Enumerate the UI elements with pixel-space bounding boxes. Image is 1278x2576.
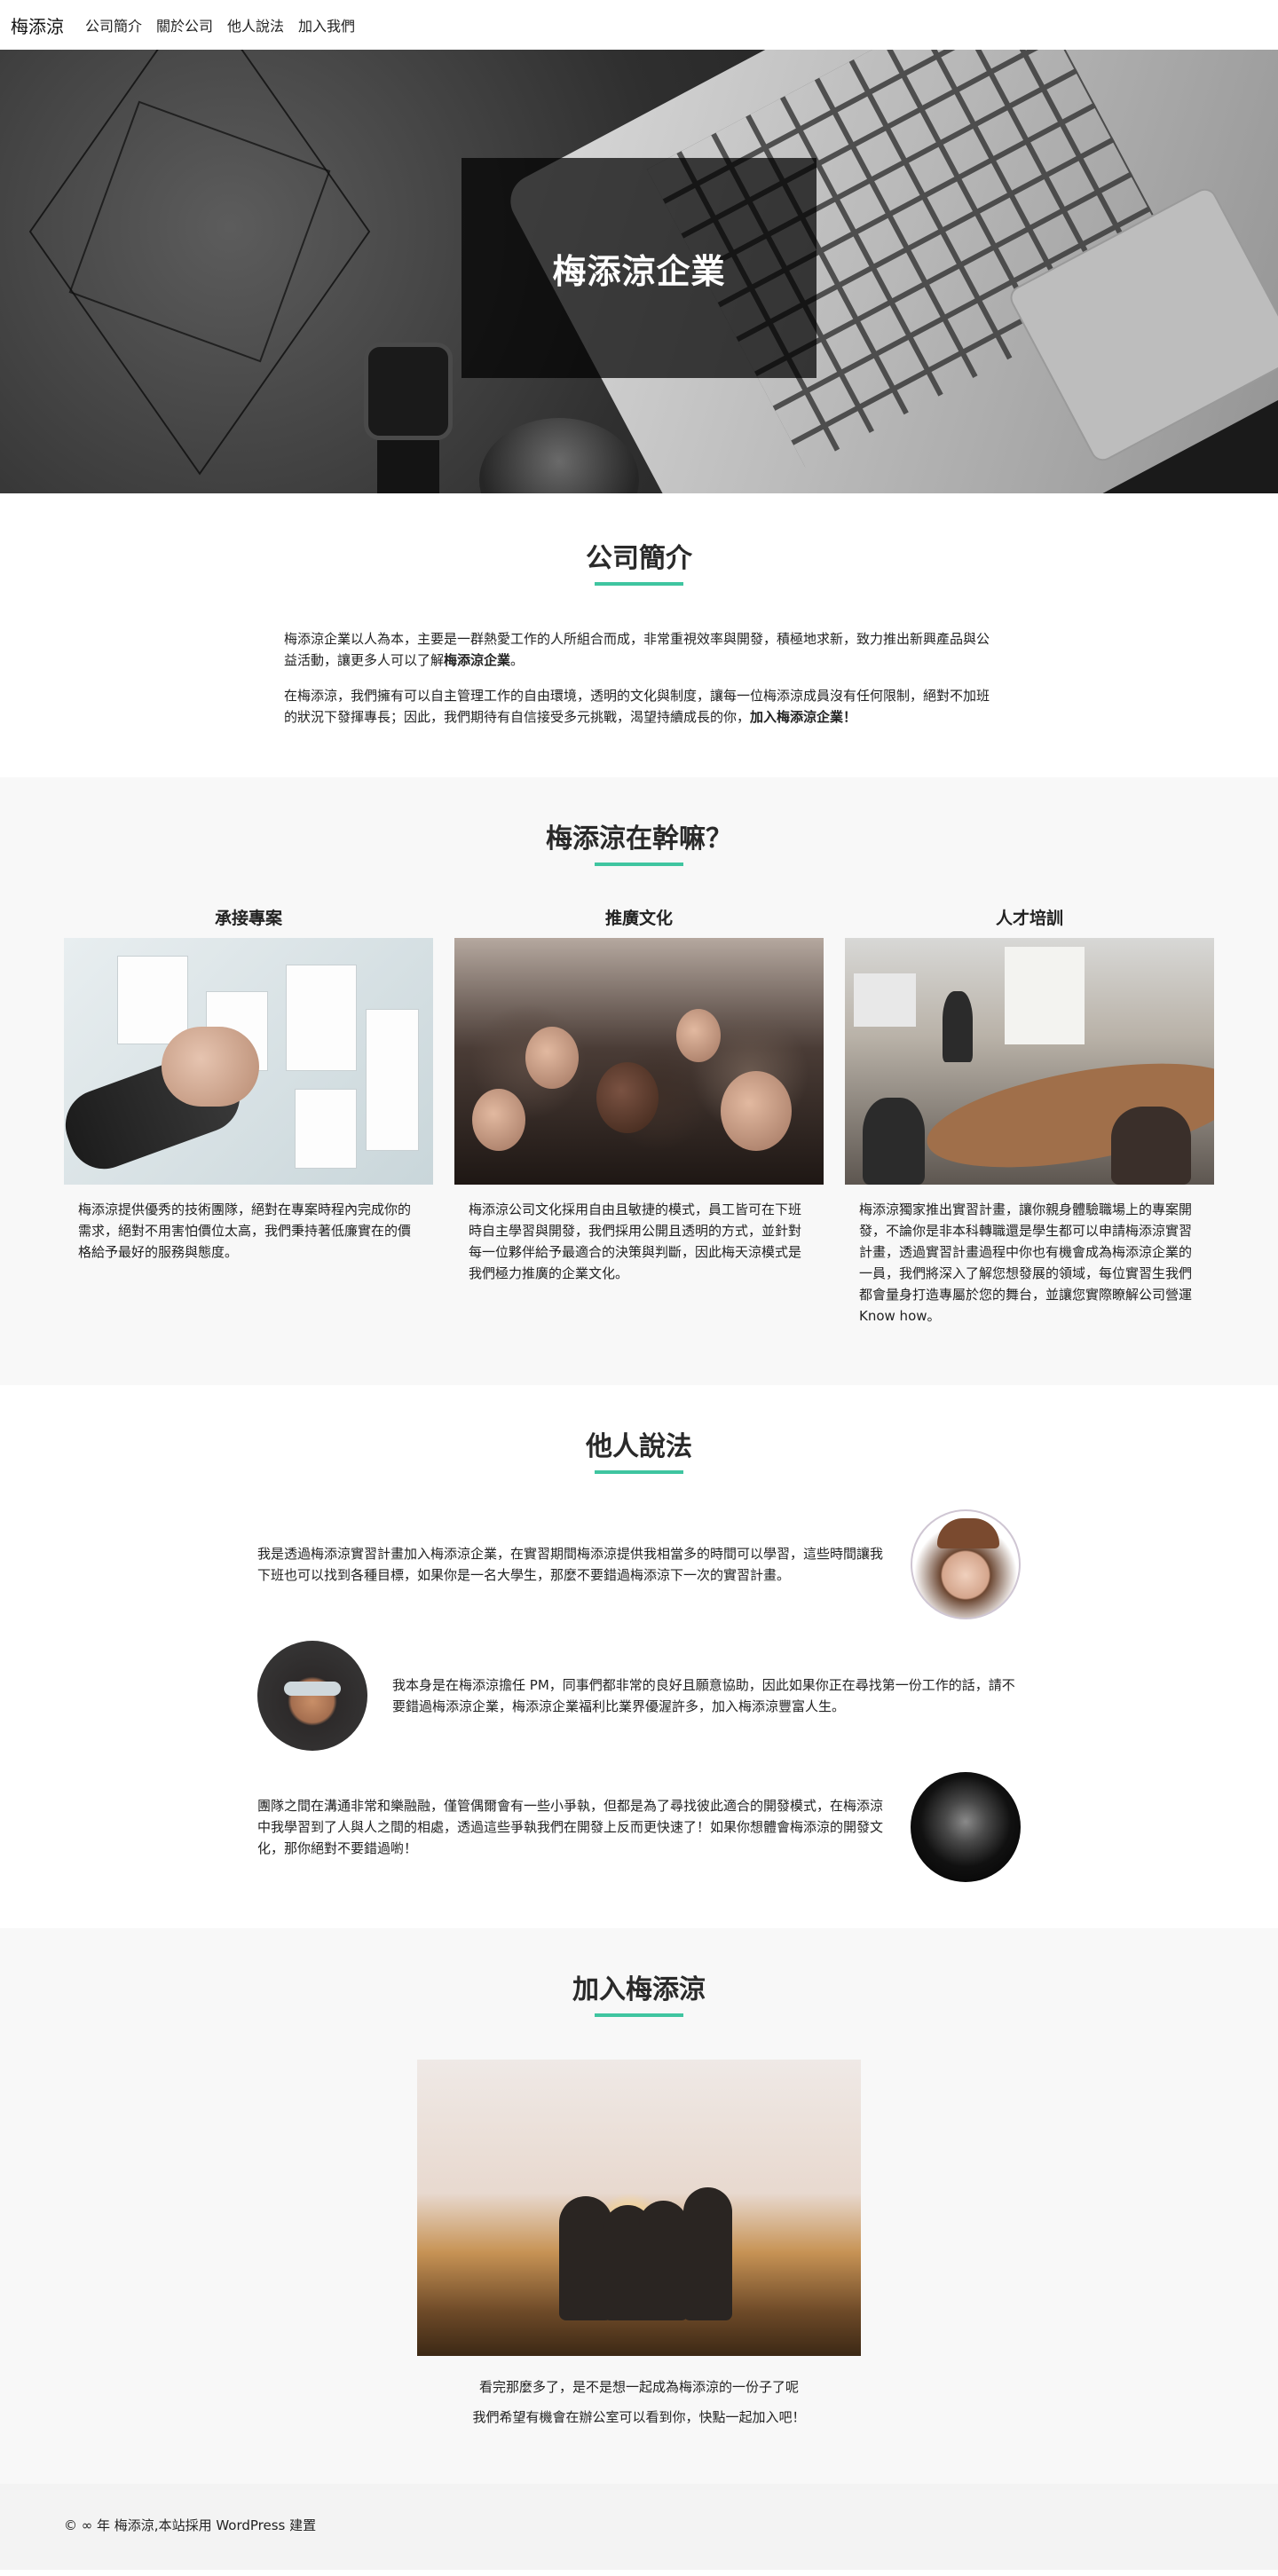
crowd-face: [721, 1071, 792, 1151]
hero-banner: 梅添涼企業: [0, 50, 1278, 493]
crowd-face: [472, 1089, 525, 1151]
testimonials-title-underline: [595, 1470, 683, 1474]
intro-p1-end: 。: [510, 652, 525, 668]
testimonial-item: 我是透過梅添涼實習計畫加入梅添涼企業，在實習期間梅添涼提供我相當多的時間可以學習…: [257, 1509, 1021, 1619]
service-card-culture: 推廣文化 梅添涼公司文化採用自由且敏捷的模式，員工皆可在下班時自主學習與開發，我…: [454, 905, 824, 1327]
join-image-person: [639, 2201, 688, 2320]
top-navbar: 梅添涼 公司簡介 關於公司 他人說法 加入我們: [0, 0, 1278, 50]
testimonial-text: 我是透過梅添涼實習計畫加入梅添涼企業，在實習期間梅添涼提供我相當多的時間可以學習…: [257, 1546, 884, 1583]
intro-paragraph-2: 在梅添涼，我們擁有可以自主管理工作的自由環境，透明的文化與制度，讓每一位梅添涼成…: [284, 685, 994, 728]
hero-watch-image: [364, 343, 453, 440]
intro-title-underline: [595, 582, 683, 586]
avatar: [257, 1641, 367, 1751]
crowd-face: [596, 1062, 659, 1133]
service-title: 推廣文化: [604, 909, 673, 928]
testimonial-item: 我本身是在梅添涼擔任 PM，同事們都非常的良好且願意協助，因此如果你正在尋找第一…: [257, 1641, 1021, 1751]
service-card-training: 人才培訓 梅添涼獨家推出實習計畫，讓你親身體驗職場上的專案開發，不論你是非本科轉…: [845, 905, 1214, 1327]
service-text: 梅添涼獨家推出實習計畫，讓你親身體驗職場上的專案開發，不論你是非本科轉職還是學生…: [859, 1201, 1193, 1324]
footer-copyright: © ∞ 年 梅添涼,本站採用 WordPress 建置: [64, 2517, 317, 2533]
testimonial-text: 我本身是在梅添涼擔任 PM，同事們都非常的良好且願意協助，因此如果你正在尋找第一…: [392, 1677, 1015, 1714]
join-title-underline: [595, 2013, 683, 2017]
service-image-crowd: [454, 938, 824, 1185]
nav-links: 公司簡介 關於公司 他人說法 加入我們: [85, 14, 355, 35]
join-section: 加入梅添涼 看完那麼多了，是不是想一起成為梅添涼的一份子了呢 我們希望有機會在辦…: [0, 1928, 1278, 2484]
join-image-friends: [417, 2060, 861, 2356]
crowd-face: [676, 1009, 721, 1062]
crowd-face: [525, 1027, 579, 1089]
intro-paragraph-1: 梅添涼企業以人為本，主要是一群熱愛工作的人所組合而成，非常重視效率與開發，積極地…: [284, 628, 994, 671]
hero-title: 梅添涼企業: [552, 251, 726, 291]
testimonials-title: 他人說法: [586, 1431, 692, 1462]
join-title: 加入梅添涼: [572, 1974, 706, 2005]
nav-link-intro[interactable]: 公司簡介: [85, 14, 142, 35]
intro-p1-text: 梅添涼企業以人為本，主要是一群熱愛工作的人所組合而成，非常重視效率與開發，積極地…: [284, 631, 990, 668]
meeting-person: [943, 991, 973, 1062]
join-image-person: [683, 2187, 732, 2320]
intro-title: 公司簡介: [586, 543, 692, 574]
site-brand[interactable]: 梅添涼: [11, 12, 64, 38]
board-paper: [117, 956, 188, 1044]
nav-link-testimonials[interactable]: 他人說法: [227, 14, 284, 35]
services-section: 梅添涼在幹嘛？ 承接專案 梅添涼提供優秀的技術團隊，絕對在專案時程內完成你的需求…: [0, 777, 1278, 1385]
intro-p2-text: 在梅添涼，我們擁有可以自主管理工作的自由環境，透明的文化與制度，讓每一位梅添涼成…: [284, 688, 990, 725]
avatar-hat: [937, 1518, 999, 1548]
join-text: 看完那麼多了，是不是想一起成為梅添涼的一份子了呢 我們希望有機會在辦公室可以看到…: [0, 2377, 1278, 2427]
service-title: 承接專案: [214, 909, 282, 928]
intro-section: 公司簡介 梅添涼企業以人為本，主要是一群熱愛工作的人所組合而成，非常重視效率與開…: [0, 493, 1278, 777]
meeting-window: [1005, 947, 1085, 1044]
intro-p1-bold: 梅添涼企業: [444, 652, 511, 668]
service-image-board: [64, 938, 433, 1185]
service-title: 人才培訓: [995, 909, 1063, 928]
meeting-person: [1111, 1107, 1191, 1185]
services-grid: 承接專案 梅添涼提供優秀的技術團隊，絕對在專案時程內完成你的需求，絕對不用害怕價…: [0, 905, 1278, 1327]
meeting-screen: [854, 973, 916, 1027]
avatar: [911, 1772, 1021, 1882]
join-line-1: 看完那麼多了，是不是想一起成為梅添涼的一份子了呢: [478, 2379, 799, 2395]
meeting-person: [863, 1098, 925, 1185]
hero-mouse-image: [479, 418, 639, 493]
board-hand: [162, 1027, 259, 1107]
intro-body: 梅添涼企業以人為本，主要是一群熱愛工作的人所組合而成，非常重視效率與開發，積極地…: [284, 628, 994, 728]
site-footer: © ∞ 年 梅添涼,本站採用 WordPress 建置: [0, 2484, 1278, 2570]
service-text: 梅添涼公司文化採用自由且敏捷的模式，員工皆可在下班時自主學習與開發，我們採用公開…: [469, 1201, 802, 1281]
testimonial-item: 團隊之間在溝通非常和樂融融，僅管偶爾會有一些小爭執，但都是為了尋找彼此適合的開發…: [257, 1772, 1021, 1882]
hero-watchband-image: [377, 440, 439, 493]
avatar-glasses: [284, 1682, 341, 1696]
services-title: 梅添涼在幹嘛？: [546, 823, 732, 855]
hero-title-box: 梅添涼企業: [462, 158, 816, 378]
board-paper: [286, 965, 357, 1071]
service-card-projects: 承接專案 梅添涼提供優秀的技術團隊，絕對在專案時程內完成你的需求，絕對不用害怕價…: [64, 905, 433, 1327]
service-text: 梅添涼提供優秀的技術團隊，絕對在專案時程內完成你的需求，絕對不用害怕價位太高，我…: [78, 1201, 412, 1260]
avatar: [911, 1509, 1021, 1619]
testimonials-section: 他人說法 我是透過梅添涼實習計畫加入梅添涼企業，在實習期間梅添涼提供我相當多的時…: [0, 1385, 1278, 1928]
board-paper: [366, 1009, 419, 1151]
service-image-meeting: [845, 938, 1214, 1185]
join-line-2: 我們希望有機會在辦公室可以看到你，快點一起加入吧！: [472, 2409, 806, 2425]
nav-link-about[interactable]: 關於公司: [156, 14, 213, 35]
nav-link-join[interactable]: 加入我們: [298, 14, 355, 35]
services-title-underline: [595, 863, 683, 866]
intro-p2-bold: 加入梅添涼企業！: [750, 709, 857, 725]
testimonials-list: 我是透過梅添涼實習計畫加入梅添涼企業，在實習期間梅添涼提供我相當多的時間可以學習…: [257, 1509, 1021, 1882]
testimonial-text: 團隊之間在溝通非常和樂融融，僅管偶爾會有一些小爭執，但都是為了尋找彼此適合的開發…: [257, 1798, 884, 1856]
board-paper: [295, 1089, 357, 1169]
